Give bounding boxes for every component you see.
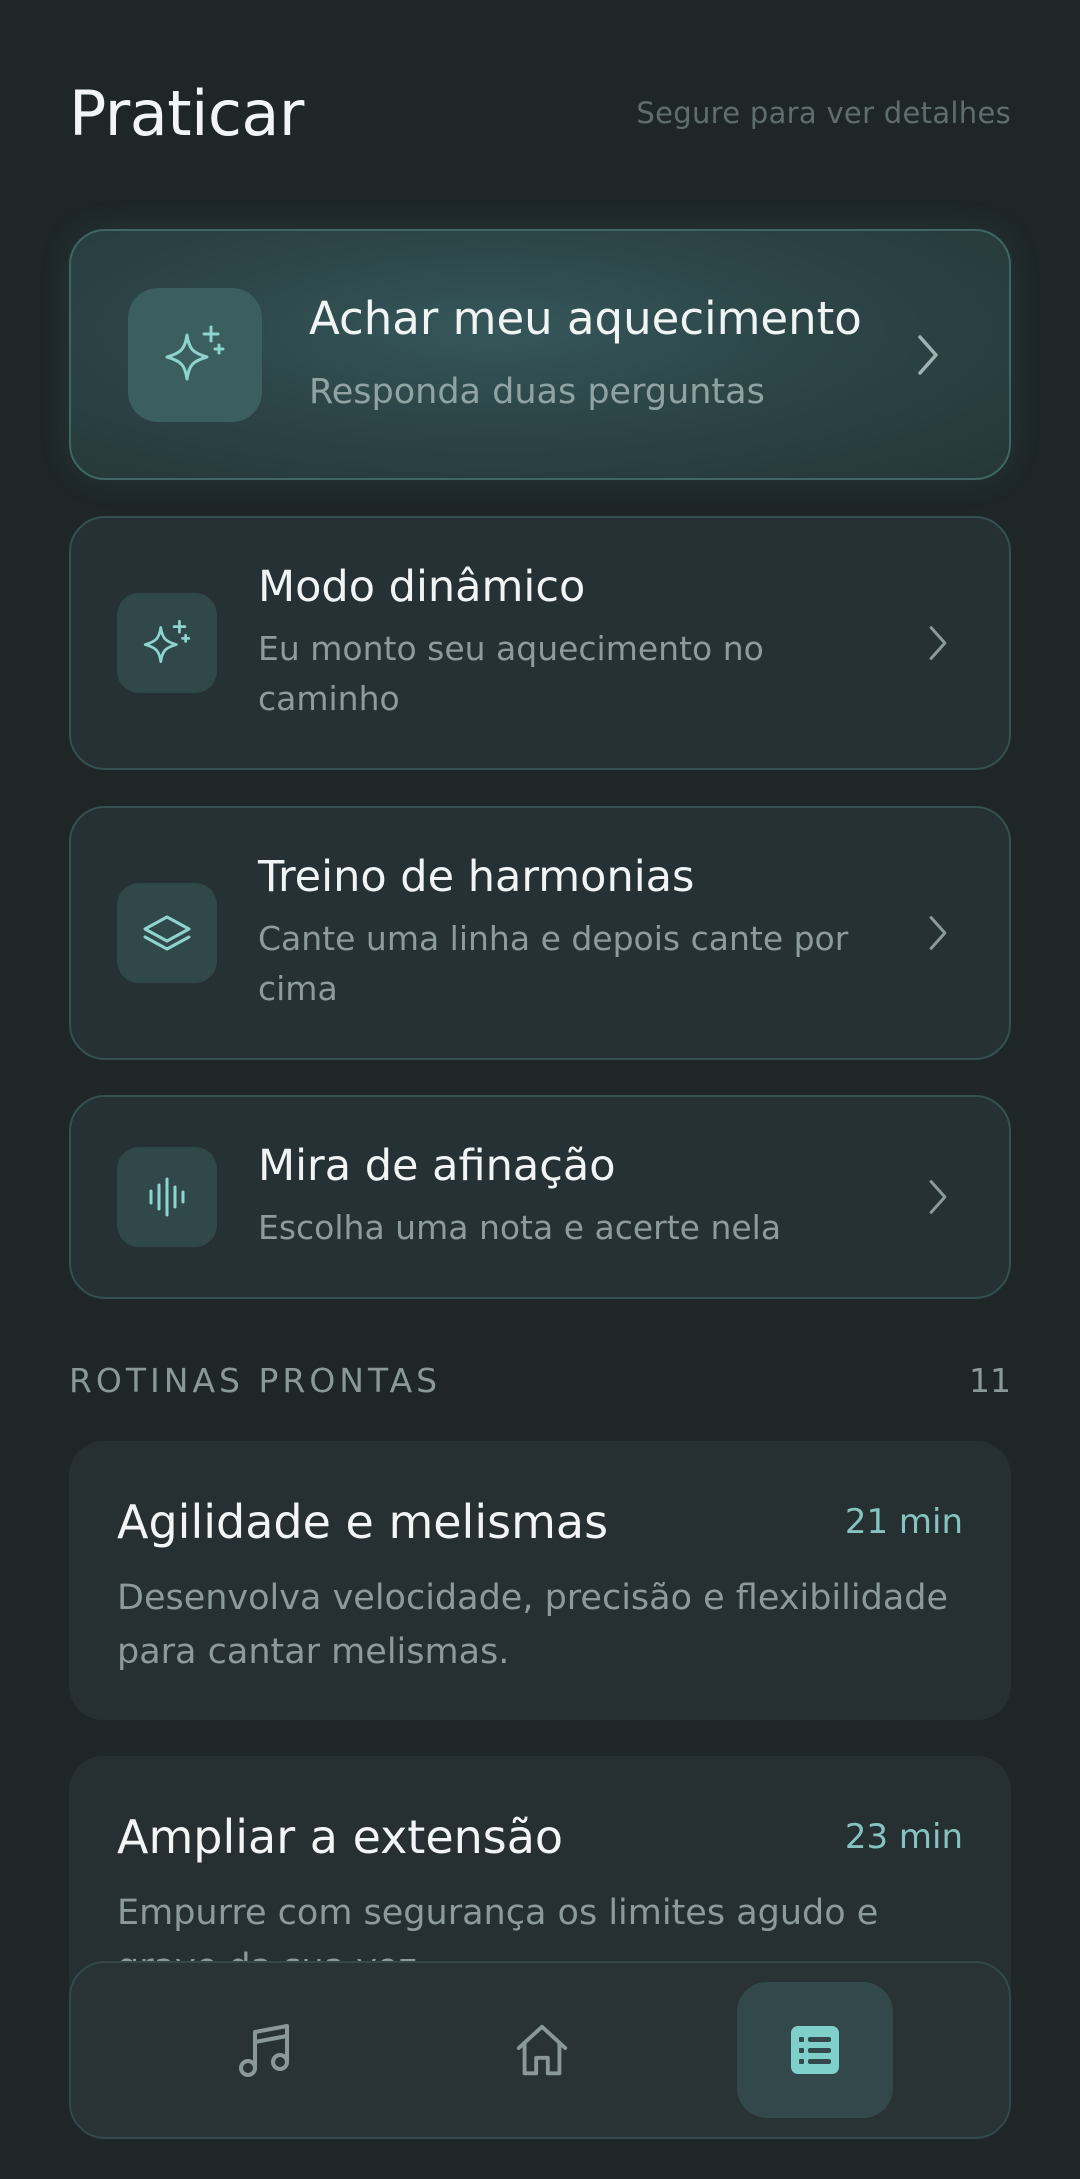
nav-routines-button[interactable] xyxy=(737,1982,893,2118)
routines-section-header: ROTINAS PRONTAS 11 xyxy=(69,1358,1011,1402)
long-press-hint: Segure para ver detalhes xyxy=(636,96,1011,130)
routine-head: Ampliar a extensão 23 min xyxy=(117,1810,963,1864)
mode-subtitle: Cante uma linha e depois cante por cima xyxy=(258,919,849,1008)
find-warmup-card[interactable]: Achar meu aquecimento Responda duas perg… xyxy=(69,229,1011,480)
nav-home-button[interactable] xyxy=(464,1982,620,2118)
mode-card-dynamic[interactable]: Modo dinâmico Eu monto seu aquecimento n… xyxy=(69,516,1011,770)
mode-subtitle: Eu monto seu aquecimento no caminho xyxy=(258,629,764,718)
mode-card-harmony[interactable]: Treino de harmonias Cante uma linha e de… xyxy=(69,806,1011,1060)
routine-duration: 21 min xyxy=(844,1502,963,1542)
chevron-right-icon xyxy=(923,909,953,957)
mode-title: Modo dinâmico xyxy=(258,562,586,612)
header: Praticar Segure para ver detalhes xyxy=(69,76,1011,150)
mode-icon-box xyxy=(117,883,217,983)
mode-icon-box xyxy=(117,1147,217,1247)
chevron-right-icon xyxy=(923,1173,953,1221)
mode-title: Mira de afinação xyxy=(258,1141,616,1191)
hero-text: Achar meu aquecimento Responda duas perg… xyxy=(309,292,949,417)
routine-description: Desenvolva velocidade, precisão e flexib… xyxy=(117,1578,949,1672)
routine-title: Agilidade e melismas xyxy=(117,1495,609,1549)
waveform-icon xyxy=(149,1177,185,1217)
music-note-icon xyxy=(239,2024,289,2077)
routine-card[interactable]: Agilidade e melismas 21 min Desenvolva v… xyxy=(69,1441,1011,1720)
mode-text: Treino de harmonias Cante uma linha e de… xyxy=(258,852,898,1014)
hero-title: Achar meu aquecimento xyxy=(309,292,862,345)
routine-head: Agilidade e melismas 21 min xyxy=(117,1495,963,1549)
routine-duration: 23 min xyxy=(844,1817,963,1857)
sparkles-icon xyxy=(165,325,225,380)
chevron-right-icon xyxy=(913,331,943,379)
mode-subtitle: Escolha uma nota e acerte nela xyxy=(258,1208,782,1247)
mode-text: Modo dinâmico Eu monto seu aquecimento n… xyxy=(258,562,898,724)
section-title: ROTINAS PRONTAS xyxy=(69,1360,442,1400)
bottom-nav xyxy=(69,1961,1011,2139)
nav-music-button[interactable] xyxy=(187,1982,343,2118)
mode-text: Mira de afinação Escolha uma nota e acer… xyxy=(258,1141,898,1253)
list-icon xyxy=(791,2026,839,2074)
home-icon xyxy=(516,2024,568,2076)
page-title: Praticar xyxy=(69,76,304,150)
hero-icon-box xyxy=(128,287,262,422)
routine-title: Ampliar a extensão xyxy=(117,1810,564,1864)
mode-title: Treino de harmonias xyxy=(258,852,695,902)
sparkles-icon xyxy=(143,619,191,664)
mode-card-pitch[interactable]: Mira de afinação Escolha uma nota e acer… xyxy=(69,1095,1011,1299)
routines-count: 11 xyxy=(969,1360,1011,1400)
chevron-right-icon xyxy=(923,619,953,667)
mode-icon-box xyxy=(117,593,217,693)
layers-icon xyxy=(143,915,191,951)
hero-subtitle: Responda duas perguntas xyxy=(309,372,765,412)
